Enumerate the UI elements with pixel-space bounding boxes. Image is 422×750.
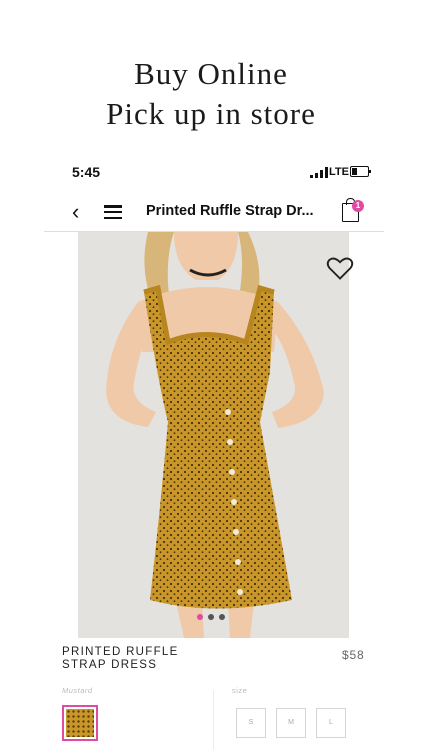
product-name-line1: PRINTED RUFFLE: [62, 646, 179, 658]
favorite-heart-icon[interactable]: [326, 255, 354, 281]
pager-dot[interactable]: [208, 614, 214, 620]
page-title: Printed Ruffle Strap Dr...: [146, 203, 314, 219]
size-option-s[interactable]: S: [236, 708, 266, 738]
product-price: $58: [342, 648, 365, 662]
cart-count-badge: 1: [352, 200, 364, 212]
signal-icon: [310, 167, 328, 178]
network-label: LTE: [329, 166, 349, 178]
promo-headline-line2: Pick up in store: [106, 96, 316, 131]
battery-icon: [350, 166, 371, 177]
promo-headline-line1: Buy Online: [134, 56, 288, 91]
color-label: Mustard: [62, 686, 93, 695]
pager-dot[interactable]: [219, 614, 225, 620]
size-option-l[interactable]: L: [316, 708, 346, 738]
product-name: PRINTED RUFFLE STRAP DRESS: [62, 646, 179, 672]
nav-bar: ‹ Printed Ruffle Strap Dr... 1: [60, 196, 370, 228]
product-image[interactable]: [78, 232, 349, 638]
image-pager[interactable]: [197, 614, 225, 620]
back-chevron-icon[interactable]: ‹: [72, 199, 79, 225]
color-swatch-mustard[interactable]: [62, 705, 98, 741]
size-label: size: [232, 686, 248, 695]
status-bar: 5:45 LTE: [0, 162, 422, 184]
size-option-m[interactable]: M: [276, 708, 306, 738]
hamburger-menu-icon[interactable]: [104, 205, 122, 220]
pager-dot[interactable]: [197, 614, 203, 620]
options-divider: [213, 690, 214, 750]
product-name-line2: STRAP DRESS: [62, 659, 158, 671]
status-time: 5:45: [72, 164, 101, 180]
